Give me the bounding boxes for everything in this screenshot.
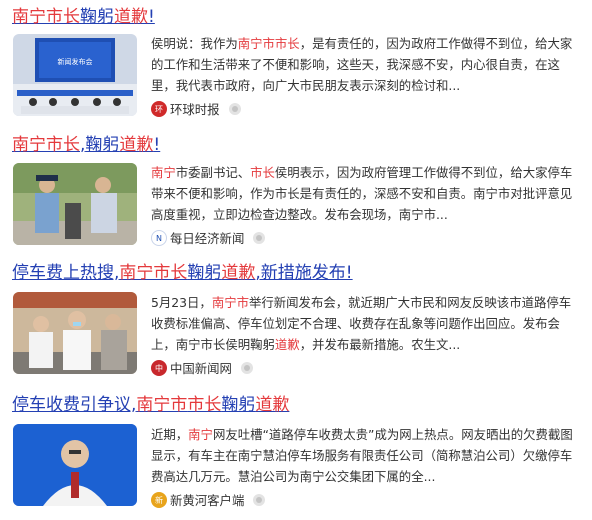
more-options-icon[interactable]: [253, 232, 266, 244]
result-thumbnail[interactable]: [13, 292, 137, 374]
result-title-link[interactable]: 停车费上热搜,南宁市长鞠躬道歉,新措施发布!: [12, 262, 353, 284]
title-keyword: 南宁市长: [12, 135, 80, 155]
source-name: 中国新闻网: [170, 361, 232, 376]
snippet-keyword: 南宁市市长: [237, 36, 300, 51]
snippet-keyword: 南宁: [151, 165, 176, 180]
title-keyword: 鞠躬: [80, 7, 114, 27]
result-source: N 每日经济新闻: [151, 229, 266, 247]
snippet-text: 近期，: [151, 427, 189, 442]
chinanews-logo-icon: 中: [151, 360, 167, 376]
snippet-text: ，并发布最新措施。农生文...: [299, 337, 461, 352]
huanqiu-logo-icon: 环: [151, 101, 167, 117]
snippet-text: 市委副书记、: [175, 165, 251, 180]
result-thumbnail[interactable]: [13, 424, 137, 506]
title-keyword: 南宁市长: [119, 263, 188, 283]
title-keyword: 道歉: [114, 7, 148, 27]
more-options-icon[interactable]: [253, 494, 266, 506]
title-text: 停车收费引争议,: [12, 395, 137, 415]
title-keyword: 鞠躬: [187, 263, 222, 283]
title-keyword: 南宁市: [136, 395, 188, 415]
snippet-keyword: 道歉: [274, 337, 300, 352]
snippet-keyword: 市长: [250, 165, 275, 180]
result-thumbnail[interactable]: 新闻发布会: [13, 34, 137, 116]
more-options-icon[interactable]: [240, 362, 253, 374]
result-thumbnail[interactable]: [13, 163, 137, 245]
title-text: !: [148, 7, 155, 27]
title-text: !: [153, 135, 161, 155]
result-snippet: 侯明说：我作为南宁市市长，是有责任的，因为政府工作做得不到位，给大家的工作和生活…: [151, 33, 581, 96]
title-keyword: 道歉: [221, 263, 256, 283]
xinhuanghe-logo-icon: 新: [151, 492, 167, 508]
title-keyword: 南宁市长: [12, 7, 80, 27]
result-source: 新 新黄河客户端: [151, 491, 266, 509]
title-keyword: 鞠躬: [85, 135, 120, 155]
snippet-keyword: 南宁市: [211, 295, 249, 310]
source-name: 新黄河客户端: [170, 493, 245, 508]
more-options-icon[interactable]: [228, 103, 241, 115]
title-keyword: 市长: [187, 395, 222, 415]
result-source: 环 环球时报: [151, 100, 241, 118]
result-title-link[interactable]: 南宁市长,鞠躬道歉!: [12, 134, 160, 156]
source-name: 每日经济新闻: [170, 231, 245, 246]
result-title-link[interactable]: 南宁市长鞠躬道歉!: [12, 6, 155, 28]
snippet-text: 网友吐槽“道路停车收费太贵”成为网上热点。网友晒出的欠费截图显示，有车主在南宁慧…: [151, 427, 573, 484]
title-keyword: 道歉: [255, 395, 290, 415]
result-snippet: 5月23日，南宁市举行新闻发布会，就近期广大市民和网友反映该市道路停车收费标准偏…: [151, 292, 581, 355]
title-text: ,新措施发布!: [255, 263, 353, 283]
source-name: 环球时报: [170, 102, 220, 117]
result-snippet: 近期，南宁网友吐槽“道路停车收费太贵”成为网上热点。网友晒出的欠费截图显示，有车…: [151, 424, 581, 487]
snippet-text: 侯明说：我作为: [151, 36, 238, 51]
title-text: 停车费上热搜,: [12, 263, 120, 283]
thumbnail-caption: 新闻发布会: [58, 57, 93, 66]
result-source: 中 中国新闻网: [151, 359, 253, 377]
title-keyword: 道歉: [119, 135, 154, 155]
result-title-link[interactable]: 停车收费引争议,南宁市市长鞠躬道歉: [12, 394, 289, 416]
snippet-keyword: 南宁: [188, 427, 213, 442]
title-keyword: 鞠躬: [221, 395, 256, 415]
nbd-logo-icon: N: [151, 230, 167, 246]
search-results-list: 南宁市长鞠躬道歉! 新闻发布会 侯明说：我作为南宁市市长，是有责任的，因为政府工…: [0, 0, 592, 520]
result-snippet: 南宁市委副书记、市长侯明表示，因为政府管理工作做得不到位，给大家停车带来不便和影…: [151, 162, 581, 225]
snippet-text: 5月23日，: [151, 295, 212, 310]
